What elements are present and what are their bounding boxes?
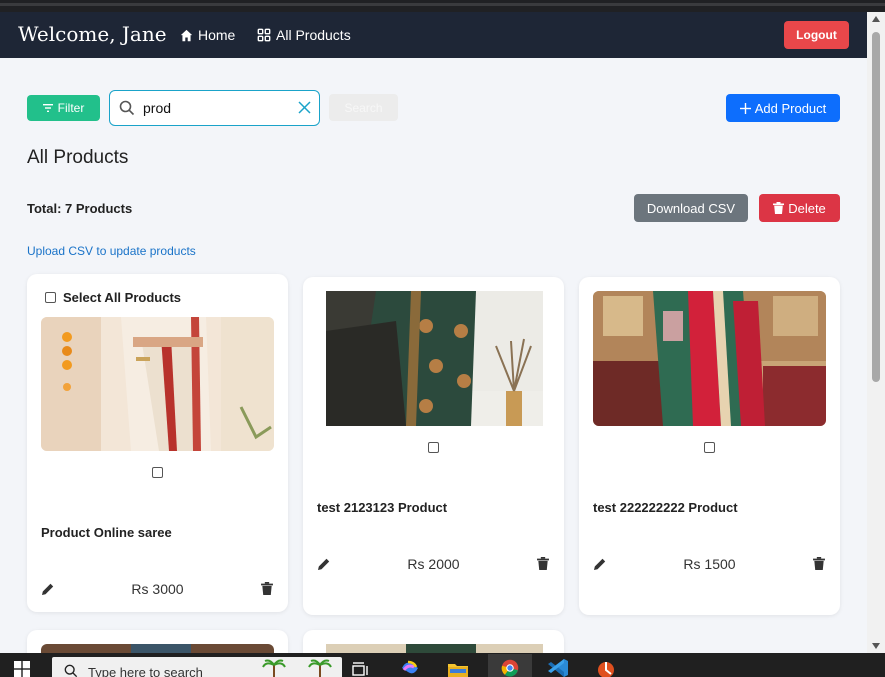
task-view-icon[interactable] (350, 658, 374, 677)
copilot-icon[interactable] (398, 658, 422, 677)
product-card: test 222222222 Product Rs 1500 (579, 277, 840, 615)
chrome-icon (501, 659, 519, 677)
upload-csv-link[interactable]: Upload CSV to update products (27, 244, 196, 258)
add-product-button[interactable]: Add Product (726, 94, 840, 122)
vscode-icon[interactable] (546, 658, 570, 677)
scroll-down-icon[interactable] (872, 643, 880, 649)
taskbar: Type here to search (0, 653, 885, 677)
search-input[interactable]: prod (109, 90, 320, 126)
product-card (27, 630, 288, 653)
nav-all-products-link[interactable]: All Products (257, 27, 351, 43)
product-checkbox[interactable] (428, 442, 439, 453)
taskbar-search[interactable]: Type here to search (52, 657, 342, 677)
windows-start-icon[interactable] (14, 661, 30, 677)
product-image (593, 291, 826, 426)
scrollbar-thumb[interactable] (872, 32, 880, 382)
trash-icon (773, 202, 785, 214)
product-name: test 222222222 Product (593, 500, 738, 515)
product-price: Rs 3000 (131, 581, 184, 597)
palm-tree-icon (308, 659, 332, 677)
product-name: Product Online saree (41, 525, 172, 540)
product-card: test 2123123 Product Rs 2000 (303, 277, 564, 615)
product-image (41, 644, 274, 653)
nav-home-link[interactable]: Home (180, 27, 235, 43)
grid-icon (257, 28, 271, 42)
download-csv-button[interactable]: Download CSV (634, 194, 748, 222)
logout-button[interactable]: Logout (784, 21, 849, 49)
product-image (41, 317, 274, 451)
plus-icon (739, 102, 751, 114)
trash-icon[interactable] (813, 557, 825, 570)
delete-button[interactable]: Delete (759, 194, 840, 222)
search-icon (64, 664, 78, 677)
filter-label: Filter (57, 101, 85, 115)
file-explorer-icon[interactable] (446, 658, 470, 677)
filter-button[interactable]: Filter (27, 95, 100, 121)
product-price: Rs 1500 (683, 556, 736, 572)
product-card: Select All Products Product Online saree… (27, 274, 288, 612)
search-button[interactable]: Search (329, 94, 398, 121)
select-all-label: Select All Products (63, 290, 181, 305)
product-price: Rs 2000 (407, 556, 460, 572)
scroll-up-icon[interactable] (872, 16, 880, 22)
select-all-checkbox[interactable]: Select All Products (45, 290, 181, 305)
app-icon[interactable] (594, 658, 618, 677)
trash-icon[interactable] (537, 557, 549, 570)
page-scrollbar[interactable] (867, 12, 885, 653)
add-product-label: Add Product (754, 100, 827, 116)
main-content: Filter prod Search Add Product All Produ… (0, 58, 867, 653)
browser-top-strip (0, 0, 885, 12)
product-checkbox[interactable] (704, 442, 715, 453)
product-image (326, 291, 543, 426)
product-name: test 2123123 Product (317, 500, 448, 515)
product-card (303, 630, 564, 653)
clear-icon[interactable] (298, 101, 311, 114)
product-checkbox[interactable] (152, 467, 163, 478)
home-icon (180, 29, 193, 41)
checkbox[interactable] (45, 292, 56, 303)
trash-icon[interactable] (261, 582, 273, 595)
product-image (326, 644, 543, 653)
search-value: prod (143, 100, 172, 116)
filter-icon (42, 104, 53, 112)
total-count: Total: 7 Products (27, 201, 133, 216)
brand-title: Welcome, Jane (18, 22, 167, 46)
page-title: All Products (27, 147, 129, 168)
taskbar-search-placeholder: Type here to search (88, 665, 203, 677)
chrome-taskbar-button[interactable] (488, 654, 532, 677)
delete-label: Delete (788, 200, 826, 216)
search-icon (119, 100, 135, 116)
nav-all-products-label: All Products (276, 27, 351, 43)
palm-tree-icon (262, 659, 286, 677)
navbar: Welcome, Jane Home All Products Logout (0, 12, 867, 58)
nav-home-label: Home (198, 27, 236, 43)
